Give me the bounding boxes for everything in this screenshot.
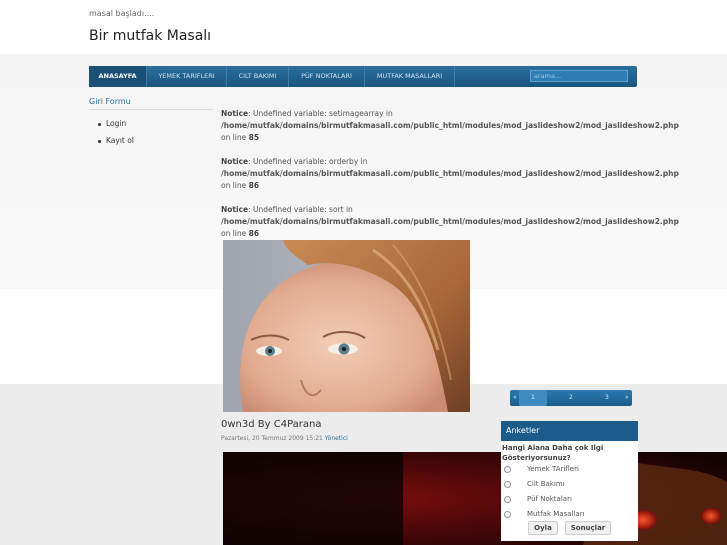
- poll-option-label: Cilt Bakımı: [527, 480, 565, 488]
- nav-item-anasayfa[interactable]: ANASAYFA: [89, 66, 147, 87]
- notice-path: /home/mutfak/domains/birmutfakmasali.com…: [221, 121, 679, 130]
- poll-option-label: Yemek TArifleri: [527, 465, 579, 473]
- search-input[interactable]: [530, 70, 628, 82]
- site-tagline: masal başladı....: [89, 9, 155, 18]
- poll-option[interactable]: Yemek TArifleri: [504, 465, 579, 473]
- nav-item-mutfak-masallari[interactable]: MUTFAK MASALLARI: [365, 66, 455, 87]
- article-meta: Pazartesi, 20 Temmuz 2009 15:21 Yönetici: [221, 435, 348, 442]
- pager-next-button[interactable]: »: [625, 390, 629, 406]
- poll-question: Hangi Alana Daha çok Ilgi Gösteriyorsunu…: [502, 444, 604, 462]
- article-date: Pazartesi, 20 Temmuz 2009 15:21: [221, 435, 323, 442]
- notice-line: 86: [248, 229, 260, 238]
- divider: [89, 109, 213, 110]
- radio-icon[interactable]: [504, 510, 511, 518]
- slideshow-image[interactable]: [223, 240, 470, 412]
- php-notice: Notice: Undefined variable: sort in /hom…: [221, 204, 679, 240]
- login-form-title: Giri Formu: [89, 97, 131, 106]
- notice-line-prefix: on line: [221, 181, 247, 190]
- notice-path: /home/mutfak/domains/birmutfakmasali.com…: [221, 169, 679, 178]
- notice-label: Notice: [221, 157, 249, 166]
- article-title[interactable]: 0wn3d By C4Parana: [221, 419, 321, 430]
- poll-option[interactable]: Cilt Bakımı: [504, 480, 565, 488]
- poll-option[interactable]: Mutfak Masalları: [504, 510, 585, 518]
- radio-icon[interactable]: [504, 495, 511, 503]
- vote-button[interactable]: Oyla: [528, 521, 558, 535]
- nav-item-puf-noktalari[interactable]: PÜF NOKTALARI: [289, 66, 365, 87]
- poll-module: Anketler Hangi Alana Daha çok Ilgi Göste…: [501, 421, 638, 541]
- pager-page-2[interactable]: 2: [569, 390, 573, 406]
- radio-icon[interactable]: [504, 465, 511, 473]
- main-navigation: ANASAYFA YEMEK TARIFLERI CILT BAKIMI PÜF…: [89, 66, 637, 87]
- notice-label: Notice: [221, 205, 249, 214]
- results-button[interactable]: Sonuçlar: [565, 521, 611, 535]
- pager-page-3[interactable]: 3: [605, 390, 609, 406]
- article-author: Yönetici: [324, 435, 348, 442]
- notice-line: 86: [248, 181, 260, 190]
- site-title[interactable]: Bir mutfak Masalı: [89, 28, 211, 44]
- pager-page-1[interactable]: 1: [519, 390, 547, 406]
- notice-line-prefix: on line: [221, 133, 247, 142]
- nav-item-yemek-tarifleri[interactable]: YEMEK TARIFLERI: [147, 66, 227, 87]
- notice-label: Notice: [221, 109, 249, 118]
- notice-line: 85: [248, 133, 260, 142]
- notice-line-prefix: on line: [221, 229, 247, 238]
- pager-prev-button[interactable]: «: [513, 390, 517, 406]
- php-notice: Notice: Undefined variable: setimagearra…: [221, 108, 679, 144]
- notice-path: /home/mutfak/domains/birmutfakmasali.com…: [221, 217, 679, 226]
- poll-option-label: Mutfak Masalları: [527, 510, 585, 518]
- nav-item-cilt-bakimi[interactable]: CILT BAKIMI: [227, 66, 289, 87]
- notice-message: : Undefined variable: orderby in: [248, 157, 368, 166]
- slideshow-pager: « 1 2 3 »: [510, 390, 632, 406]
- register-link[interactable]: Kayıt ol: [98, 136, 134, 145]
- radio-icon[interactable]: [504, 480, 511, 488]
- poll-option-label: Püf Noktaları: [527, 495, 572, 503]
- login-link[interactable]: Login: [98, 119, 126, 128]
- notice-message: : Undefined variable: sort in: [248, 205, 353, 214]
- notice-message: : Undefined variable: setimagearray in: [248, 109, 393, 118]
- php-notice: Notice: Undefined variable: orderby in /…: [221, 156, 679, 192]
- article-banner-image: [223, 452, 727, 545]
- poll-option[interactable]: Püf Noktaları: [504, 495, 572, 503]
- poll-heading: Anketler: [501, 421, 638, 441]
